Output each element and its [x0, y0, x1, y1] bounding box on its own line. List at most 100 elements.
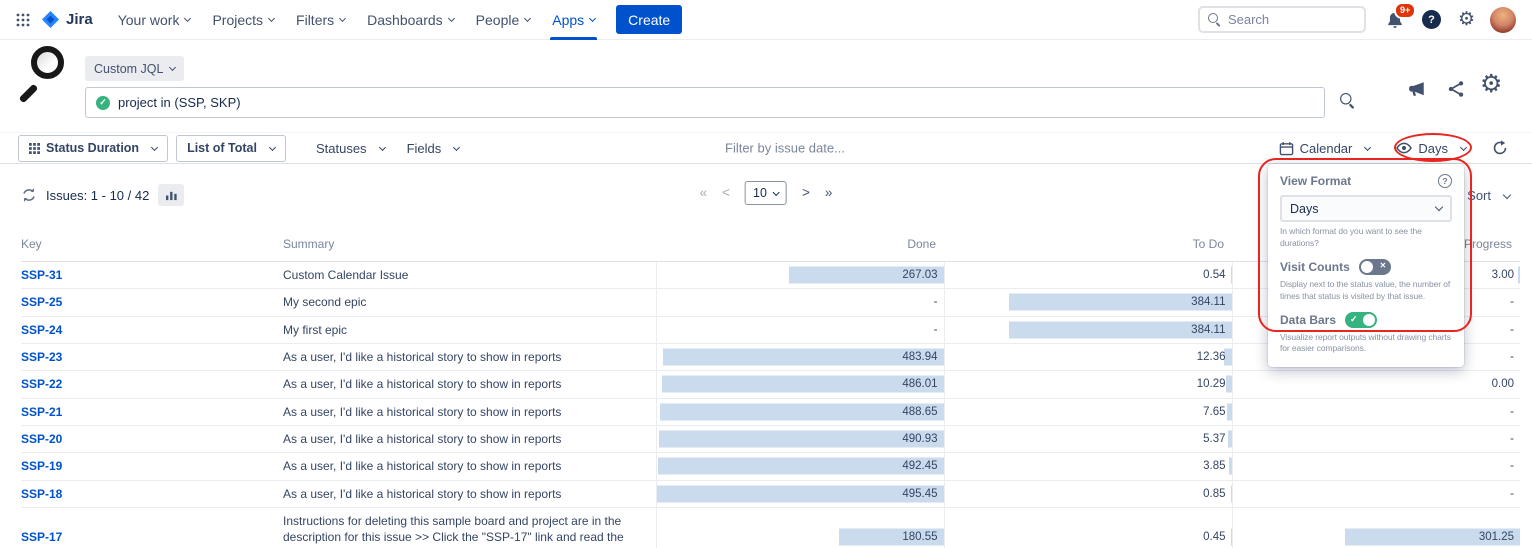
calendar-icon: [1279, 141, 1294, 156]
summary-cell: As a user, I'd like a historical story t…: [283, 371, 656, 398]
export-icon[interactable]: [1492, 140, 1508, 156]
issue-key-link[interactable]: SSP-24: [21, 323, 62, 337]
key-cell: SSP-19: [21, 453, 283, 480]
sort-dropdown[interactable]: Sort: [1467, 188, 1510, 203]
chevron-down-icon: [379, 143, 386, 150]
done-cell: 180.55: [656, 507, 944, 548]
key-cell: SSP-31: [21, 262, 283, 289]
chevron-down-icon: [339, 15, 346, 22]
nav-item-apps[interactable]: Apps: [541, 0, 606, 40]
panel-help-icon[interactable]: [1438, 174, 1452, 188]
nav-item-people[interactable]: People: [465, 0, 542, 40]
issue-key-link[interactable]: SSP-20: [21, 432, 62, 446]
data-bars-help-text: Visualize report outputs without drawing…: [1280, 332, 1452, 356]
issue-key-link[interactable]: SSP-25: [21, 295, 62, 309]
data-bars-toggle[interactable]: [1345, 312, 1377, 328]
fields-dropdown[interactable]: Fields: [407, 141, 460, 156]
duration-value: 486.01: [902, 378, 943, 390]
view-format-dropdown[interactable]: Days: [1396, 141, 1466, 156]
help-icon[interactable]: [1422, 10, 1441, 29]
nav-item-your-work[interactable]: Your work: [107, 0, 202, 40]
list-type-button[interactable]: List of Total: [176, 135, 286, 162]
in-progress-cell: -: [1232, 425, 1520, 452]
table-row: SSP-19As a user, I'd like a historical s…: [21, 453, 1520, 480]
nav-item-label: People: [476, 12, 520, 28]
column-header-summary[interactable]: Summary: [283, 228, 656, 262]
page-size-select[interactable]: 10: [745, 181, 787, 205]
create-button[interactable]: Create: [616, 5, 682, 34]
chart-view-button[interactable]: [158, 184, 184, 206]
duration-value: 0.54: [1203, 269, 1231, 281]
notifications-button[interactable]: 9+: [1386, 11, 1404, 29]
todo-cell: 12.36: [944, 343, 1232, 370]
duration-value: 488.65: [902, 406, 943, 418]
summary-cell: My first epic: [283, 316, 656, 343]
magnifier-lens: [31, 46, 64, 79]
column-header-done[interactable]: Done: [656, 228, 944, 262]
issue-key-link[interactable]: SSP-31: [21, 268, 62, 282]
settings-gear-icon[interactable]: [1458, 10, 1475, 29]
jira-logo[interactable]: Jira: [40, 9, 93, 30]
format-select[interactable]: Days: [1280, 195, 1452, 222]
duration-value: 492.45: [902, 460, 943, 472]
global-search-input[interactable]: [1228, 12, 1356, 27]
in-progress-cell: -: [1232, 453, 1520, 480]
app-switcher-icon[interactable]: [12, 9, 34, 31]
nav-item-projects[interactable]: Projects: [201, 0, 285, 40]
issue-key-link[interactable]: SSP-18: [21, 487, 62, 501]
issue-date-filter-input[interactable]: [725, 141, 1005, 156]
done-cell: 488.65: [656, 398, 944, 425]
table-row: SSP-20As a user, I'd like a historical s…: [21, 425, 1520, 452]
done-cell: 490.93: [656, 425, 944, 452]
duration-value: 12.36: [1197, 351, 1232, 363]
summary-cell: Instructions for deleting this sample bo…: [283, 507, 656, 548]
calendar-dropdown[interactable]: Calendar: [1279, 141, 1371, 156]
toggle-knob: [1361, 261, 1373, 273]
search-icon: [1208, 13, 1221, 26]
duration-value: -: [1510, 488, 1520, 500]
column-header-todo[interactable]: To Do: [944, 228, 1232, 262]
issue-key-link[interactable]: SSP-17: [21, 530, 62, 544]
issue-key-link[interactable]: SSP-19: [21, 459, 62, 473]
next-page-button[interactable]: >: [802, 186, 810, 200]
jql-input[interactable]: [118, 95, 1314, 110]
share-icon[interactable]: [1447, 80, 1465, 98]
chevron-down-icon: [1460, 143, 1467, 150]
toggle-knob: [1363, 314, 1375, 326]
table-row: SSP-17 Instructions for deleting this sam…: [21, 507, 1520, 548]
data-bar: [659, 431, 943, 448]
nav-item-dashboards[interactable]: Dashboards: [356, 0, 465, 40]
issue-key-link[interactable]: SSP-22: [21, 377, 62, 391]
announcement-megaphone-icon[interactable]: [1408, 80, 1426, 98]
summary-cell: Custom Calendar Issue: [283, 262, 656, 289]
data-bar: [660, 403, 943, 420]
pagination: « < 10 > »: [700, 181, 833, 205]
chevron-down-icon: [151, 143, 158, 150]
panel-title: View Format: [1280, 174, 1351, 188]
jql-field[interactable]: [85, 87, 1325, 118]
issue-key-link[interactable]: SSP-21: [21, 405, 62, 419]
first-page-button[interactable]: «: [700, 186, 708, 200]
plugin-logo-magnifier-icon: [16, 44, 78, 110]
visit-counts-toggle[interactable]: [1359, 259, 1391, 275]
summary-cell: My second epic: [283, 289, 656, 316]
jira-logo-text: Jira: [66, 11, 93, 28]
prev-page-button[interactable]: <: [722, 186, 730, 200]
key-cell: SSP-25: [21, 289, 283, 316]
jql-mode-button[interactable]: Custom JQL: [85, 56, 184, 81]
statuses-dropdown[interactable]: Statuses: [316, 141, 385, 156]
global-search[interactable]: [1198, 6, 1366, 33]
in-progress-cell: 0.00: [1232, 371, 1520, 398]
report-settings-gear-icon[interactable]: [1480, 72, 1502, 97]
summary-cell: As a user, I'd like a historical story t…: [283, 343, 656, 370]
run-search-icon[interactable]: [1340, 93, 1355, 108]
summary-cell: As a user, I'd like a historical story t…: [283, 480, 656, 507]
toolbar-right-group: Calendar Days: [1279, 133, 1508, 163]
refresh-icon[interactable]: [21, 187, 37, 203]
issue-key-link[interactable]: SSP-23: [21, 350, 62, 364]
column-header-key[interactable]: Key: [21, 228, 283, 262]
last-page-button[interactable]: »: [825, 186, 833, 200]
user-avatar[interactable]: [1490, 7, 1516, 33]
report-type-button[interactable]: Status Duration: [18, 135, 168, 162]
nav-item-filters[interactable]: Filters: [285, 0, 356, 40]
